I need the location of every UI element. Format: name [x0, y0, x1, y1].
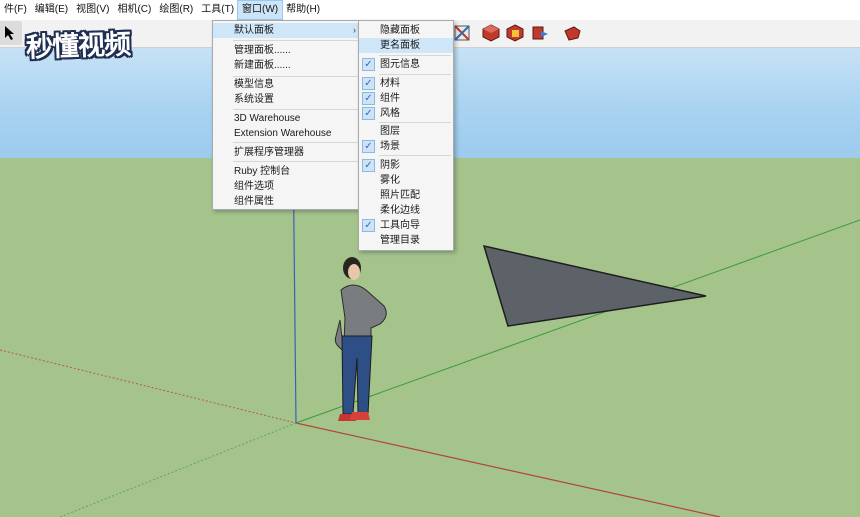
solid-cube-icon — [482, 24, 500, 42]
submenu-item-match-photo[interactable]: 照片匹配 — [359, 188, 453, 203]
green-axis-back — [59, 422, 297, 517]
solid-split-button[interactable] — [530, 23, 550, 43]
menu-edit[interactable]: 编辑(E) — [31, 1, 72, 19]
menu-item-preferences[interactable]: 系统设置 — [213, 92, 361, 107]
menu-item-component-options[interactable]: 组件选项 — [213, 179, 361, 194]
solid-cube-yellow-icon — [506, 24, 524, 42]
menu-item-new-panel[interactable]: 新建面板...... — [213, 58, 361, 73]
solid-union-button[interactable] — [481, 23, 501, 43]
checkmark-icon: ✓ — [362, 77, 375, 90]
select-tool-button[interactable] — [0, 21, 22, 45]
menu-view[interactable]: 视图(V) — [72, 1, 113, 19]
menu-item-ruby-console[interactable]: Ruby 控制台 — [213, 164, 361, 179]
checkmark-icon: ✓ — [362, 140, 375, 153]
submenu-item-layers[interactable]: 图层 — [359, 124, 453, 139]
menu-separator — [233, 142, 359, 143]
menu-draw[interactable]: 绘图(R) — [155, 1, 197, 19]
menu-item-manage-panels[interactable]: 管理面板...... — [213, 43, 361, 58]
submenu-item-materials[interactable]: ✓ 材料 — [359, 76, 453, 91]
solid-subtract-button[interactable] — [505, 23, 525, 43]
submenu-item-styles[interactable]: ✓ 风格 — [359, 106, 453, 121]
outer-shell-button[interactable] — [562, 23, 582, 43]
submenu-item-instructor[interactable]: ✓ 工具向导 — [359, 218, 453, 233]
solid-split-icon — [532, 26, 548, 40]
menu-tools[interactable]: 工具(T) — [197, 1, 238, 19]
default-panels-submenu: 隐藏面板 更名面板 ✓ 图元信息 ✓ 材料 ✓ 组件 ✓ 风格 图层 ✓ 场景 … — [358, 20, 454, 251]
menu-separator — [233, 40, 359, 41]
triangle-face — [482, 244, 707, 327]
submenu-item-entity-info[interactable]: ✓ 图元信息 — [359, 57, 453, 72]
submenu-item-components[interactable]: ✓ 组件 — [359, 91, 453, 106]
menu-window[interactable]: 窗口(W) — [237, 0, 284, 20]
intersect-tool-button[interactable] — [452, 23, 472, 43]
menu-item-component-attributes[interactable]: 组件属性 — [213, 194, 361, 209]
menu-help[interactable]: 帮助(H) — [282, 1, 324, 19]
menu-separator — [233, 109, 359, 110]
submenu-item-shadows[interactable]: ✓ 阴影 — [359, 158, 453, 173]
menu-separator — [379, 74, 451, 75]
window-menu-dropdown: 默认面板 › 管理面板...... 新建面板...... 模型信息 系统设置 3… — [212, 20, 362, 210]
menu-item-default-panels[interactable]: 默认面板 › — [213, 23, 361, 38]
menu-item-extension-warehouse[interactable]: Extension Warehouse — [213, 126, 361, 141]
submenu-arrow-icon: › — [353, 25, 356, 35]
scale-figure — [334, 257, 387, 421]
menu-item-extension-manager[interactable]: 扩展程序管理器 — [213, 145, 361, 160]
checkmark-icon: ✓ — [362, 92, 375, 105]
watermark-logo: 秒懂视频 — [25, 29, 131, 64]
intersect-icon — [454, 25, 470, 41]
menu-separator — [379, 122, 451, 123]
submenu-item-hide-panels[interactable]: 隐藏面板 — [359, 23, 453, 38]
outer-shell-icon — [564, 26, 581, 41]
checkmark-icon: ✓ — [362, 219, 375, 232]
submenu-item-rename-panel[interactable]: 更名面板 — [359, 38, 453, 53]
menu-item-model-info[interactable]: 模型信息 — [213, 77, 361, 92]
checkmark-icon: ✓ — [362, 58, 375, 71]
menu-separator — [379, 155, 451, 156]
red-axis — [295, 422, 721, 517]
menu-item-3d-warehouse[interactable]: 3D Warehouse — [213, 111, 361, 126]
menu-camera[interactable]: 相机(C) — [113, 1, 155, 19]
menu-separator — [233, 161, 359, 162]
submenu-item-scenes[interactable]: ✓ 场景 — [359, 139, 453, 154]
checkmark-icon: ✓ — [362, 107, 375, 120]
submenu-item-soften-edges[interactable]: 柔化边线 — [359, 203, 453, 218]
checkmark-icon: ✓ — [362, 159, 375, 172]
menu-separator — [379, 55, 451, 56]
menu-file[interactable]: 件(F) — [0, 1, 31, 19]
red-axis-back — [0, 349, 297, 424]
menu-bar: 件(F) 编辑(E) 视图(V) 相机(C) 绘图(R) 工具(T) 窗口(W)… — [0, 0, 860, 21]
submenu-item-manage-trays[interactable]: 管理目录 — [359, 233, 453, 248]
cursor-arrow-icon — [5, 26, 14, 40]
submenu-item-fog[interactable]: 雾化 — [359, 173, 453, 188]
